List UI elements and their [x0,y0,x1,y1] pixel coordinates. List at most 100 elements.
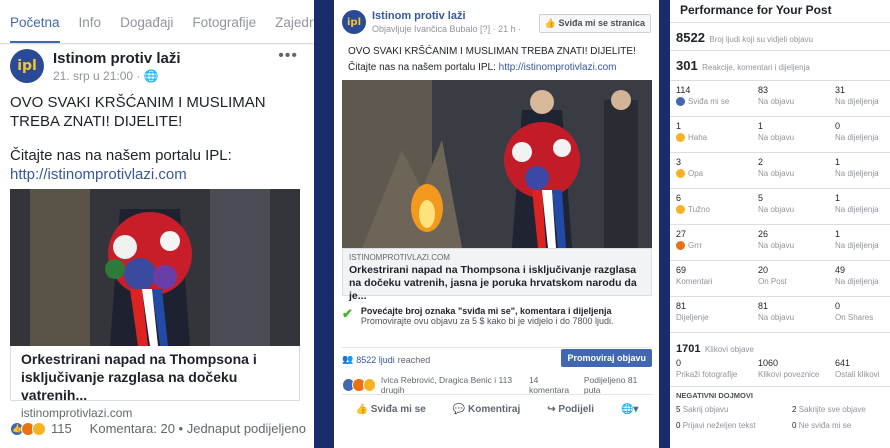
globe-icon: 🌐 [143,69,159,83]
audience-selector[interactable]: 🌐▾ [621,404,638,415]
post-text-2: Čitajte nas na našem portalu IPL: http:/… [348,62,617,73]
tab-events[interactable]: Događaji [120,15,173,43]
comments-count[interactable]: 14 komentara [529,375,578,395]
breakdown-row: 27 Grrr 26 Na objavu 1 Na dijeljenja [670,224,890,260]
like-page-button[interactable]: 👍 Sviđa mi se stranica [538,14,651,33]
people-icon: 👥 [342,354,354,364]
link-title[interactable]: Orkestrirani napad na Thompsona i isklju… [21,350,289,404]
page-avatar[interactable]: ipl [342,10,366,34]
tab-photos[interactable]: Fotografije [192,15,256,43]
post-text: OVO SVAKI KRŠĆANIM I MUSLIMAN TREBA ZNAT… [348,46,636,57]
post-text-2: Čitajte nas na našem portalu IPL: http://… [10,147,232,183]
breakdown-cell: 1 Na objavu [758,121,795,142]
tab-info[interactable]: Info [79,15,102,43]
more-options-icon[interactable]: ••• [278,47,298,65]
breakdown-cell: 20 On Post [758,265,787,286]
breakdown-cell: 49 Na dijeljenja [835,265,879,286]
like-icon [676,97,685,107]
click-cell-links: 1060 Klikovi poveznice [758,358,820,379]
reactors-list[interactable]: Ivica Rebrović, Dragica Benic i 113 drug… [381,375,529,395]
breakdown-row: 6 Tužno 5 Na objavu 1 Na dijeljenja [670,188,890,224]
haha-icon [676,133,685,143]
breakdown-cell: 5 Na objavu [758,193,795,214]
link-domain: ISTINOMPROTIVLAZI.COM [349,253,450,262]
sad-icon [676,205,685,215]
link-preview[interactable]: Orkestrirani napad na Thompsona i isklju… [10,346,300,420]
breakdown-cell: 1 Haha [676,121,708,143]
post-link[interactable]: http://istinomprotivlazi.com [10,166,187,183]
breakdown-cell: 0 Na dijeljenja [835,121,879,142]
tab-community[interactable]: Zajednica [275,15,314,43]
post-time[interactable]: 21. srp u 21:00 · [53,69,140,83]
post-meta: Objavljuje Ivančica Bubalo [?] · 21 h · [372,24,522,34]
breakdown-cell: 31 Na dijeljenja [835,85,879,106]
click-cell-photos: 0 Prikaži fotografije [676,358,738,379]
link-domain: istinomprotivlazi.com [21,406,133,420]
check-icon: ✔ [342,306,353,321]
breakdown-cell: 6 Tužno [676,193,710,215]
negative-unlike: 0 Ne sviđa mi se [792,421,852,430]
reach-bar: 👥 8522 ljudi reached Promoviraj objavu [342,347,652,371]
breakdown-cell: 3 Opa [676,157,704,179]
comment-icon: 💬 [452,404,466,415]
performance-panel: Performance for Your Post 8522 Broj ljud… [670,0,890,448]
boost-suggestion: ✔ Povećajte broj oznaka "sviđa mi se", k… [342,306,614,326]
page-tabs: Početna Info Događaji Fotografije Zajedn… [0,0,314,44]
breakdown-cell: 1 Na dijeljenja [835,157,879,178]
breakdown-row: 114 Sviđa mi se 83 Na objavu 31 Na dijeljenja [670,80,890,116]
sad-reaction-icon [32,421,46,436]
breakdown-row: 3 Opa 2 Na objavu 1 Na dijeljenja [670,152,890,188]
post-footer: 👍 115 Komentara: 20 • Jednaput podijelje… [10,421,306,436]
shares-count[interactable]: Podijeljeno 81 puta [584,375,652,395]
breakdown-cell: 81 Na objavu [758,301,795,322]
breakdown-cell: 26 Na objavu [758,229,795,250]
breakdown-cell: 81 Dijeljenje [676,301,709,322]
negative-hide-post: 5 Sakrij objavu [676,405,729,414]
reaction-summary: Ivica Rebrović, Dragica Benic i 113 drug… [342,375,652,395]
link-image[interactable] [342,80,652,248]
negative-report-spam: 0 Prijavi neželjen tekst [676,421,756,430]
breakdown-cell: 114 Sviđa mi se [676,85,730,107]
breakdown-row: 81 Dijeljenje 81 Na objavu 0 On Shares [670,296,890,332]
breakdown-cell: 27 Grrr [676,229,703,251]
comment-button[interactable]: 💬 Komentiraj [453,404,520,415]
page-name[interactable]: Istinom protiv laži [53,50,181,67]
breakdown-cell: 2 Na objavu [758,157,795,178]
post-actions: 👍 Sviđa mi se 💬 Komentiraj ↪ Podijeli 🌐▾ [342,394,652,424]
post-card: ipl Istinom protiv laži 21. srp u 21:00 … [0,45,314,448]
sad-reaction-icon [362,378,376,392]
link-title[interactable]: Orkestrirani napad na Thompsona i isklju… [349,264,645,303]
engagement-row: 301 Reakcije, komentari i dijeljenja [670,50,890,78]
wow-icon [676,169,685,179]
promote-post-button[interactable]: Promoviraj objavu [561,349,652,367]
breakdown-row: 69 Komentari 20 On Post 49 Na dijeljenja [670,260,890,296]
reach-row: 8522 Broj ljudi koji su vidjeli objavu [670,22,890,50]
mobile-page-panel: Početna Info Događaji Fotografije Zajedn… [0,0,314,448]
breakdown-row: 1 Haha 1 Na objavu 0 Na dijeljenja [670,116,890,152]
clicks-row: 1701 Klikovi objave [670,332,890,355]
share-icon: ↪ [547,404,556,415]
breakdown-cell: 1 Na dijeljenja [835,229,879,250]
breakdown-cell: 0 On Shares [835,301,874,322]
tab-home[interactable]: Početna [10,15,60,43]
performance-title: Performance for Your Post [680,3,832,17]
thumbs-up-icon: 👍 [544,18,556,28]
negative-section: NEGATIVNI DOJMOVI [670,386,890,448]
thumbs-up-icon: 👍 [355,404,368,415]
link-preview[interactable]: ISTINOMPROTIVLAZI.COM Orkestrirani napad… [342,248,652,302]
reaction-count[interactable]: 115 [51,421,72,436]
breakdown-cell: 1 Na dijeljenja [835,193,879,214]
comments-summary[interactable]: Komentara: 20 • Jednaput podijeljeno [90,421,306,436]
post-text: OVO SVAKI KRŠĆANIM I MUSLIMAN TREBA ZNAT… [10,94,266,130]
breakdown-cell: 83 Na objavu [758,85,795,106]
negative-hide-all: 2 Sakrijte sve objave [792,405,866,414]
page-name[interactable]: Istinom protiv laži [372,10,521,22]
page-avatar[interactable]: ipl [10,49,44,83]
link-image[interactable] [10,189,300,346]
post-link[interactable]: http://istinomprotivlazi.com [499,62,617,73]
angry-icon [676,241,685,251]
breakdown-cell: 69 Komentari [676,265,713,286]
share-button[interactable]: ↪ Podijeli [547,404,594,415]
like-button[interactable]: 👍 Sviđa mi se [356,404,426,415]
reach-count[interactable]: 8522 ljudi [356,355,395,365]
